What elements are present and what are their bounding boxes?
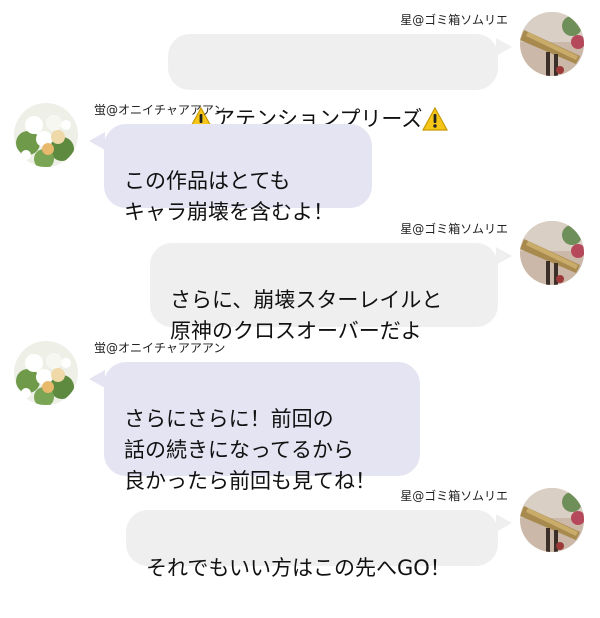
sender-name: 星@ゴミ箱ソムリエ <box>400 13 508 27</box>
bubble-tail <box>89 370 105 388</box>
chat-thread: 星@ゴミ箱ソムリエ アテンションプリーズ 蛍@オニイチャアアアン この作品はとて… <box>0 0 600 618</box>
bubble-tail <box>89 132 105 150</box>
message-bubble: この作品はとても キャラ崩壊を含むよ！ <box>104 124 372 224</box>
sender-name: 星@ゴミ箱ソムリエ <box>400 222 508 236</box>
flower-bouquet-avatar-icon <box>14 103 78 167</box>
avatar[interactable] <box>520 488 584 552</box>
sender-name: 蛍@オニイチャアアアン <box>94 103 226 117</box>
warning-icon <box>422 76 449 140</box>
message-bubble: アテンションプリーズ <box>168 34 498 131</box>
bubble-tail <box>496 247 512 265</box>
avatar[interactable] <box>14 341 78 405</box>
sender-name: 蛍@オニイチャアアアン <box>94 341 226 355</box>
avatar[interactable] <box>520 12 584 76</box>
message-bubble: さらにさらに！前回の 話の続きになってるから 良かったら前回も見てね！ <box>104 362 420 493</box>
sender-name: 星@ゴミ箱ソムリエ <box>400 489 508 503</box>
telescope-photo-avatar-icon <box>520 221 584 285</box>
message-bubble: それでもいい方はこの先へGO！ <box>126 510 498 580</box>
flower-bouquet-avatar-icon <box>14 341 78 405</box>
bubble-tail <box>496 38 512 56</box>
avatar[interactable] <box>520 221 584 285</box>
avatar[interactable] <box>14 103 78 167</box>
telescope-photo-avatar-icon <box>520 488 584 552</box>
message-text: さらにさらに！前回の 話の続きになってるから 良かったら前回も見てね！ <box>124 407 376 493</box>
message-text: それでもいい方はこの先へGO！ <box>146 556 451 580</box>
bubble-tail <box>496 514 512 532</box>
telescope-photo-avatar-icon <box>520 12 584 76</box>
message-text: この作品はとても キャラ崩壊を含むよ！ <box>124 169 334 224</box>
message-bubble: さらに、崩壊スターレイルと 原神のクロスオーバーだよ <box>150 243 498 343</box>
message-text: さらに、崩壊スターレイルと 原神のクロスオーバーだよ <box>170 288 443 343</box>
